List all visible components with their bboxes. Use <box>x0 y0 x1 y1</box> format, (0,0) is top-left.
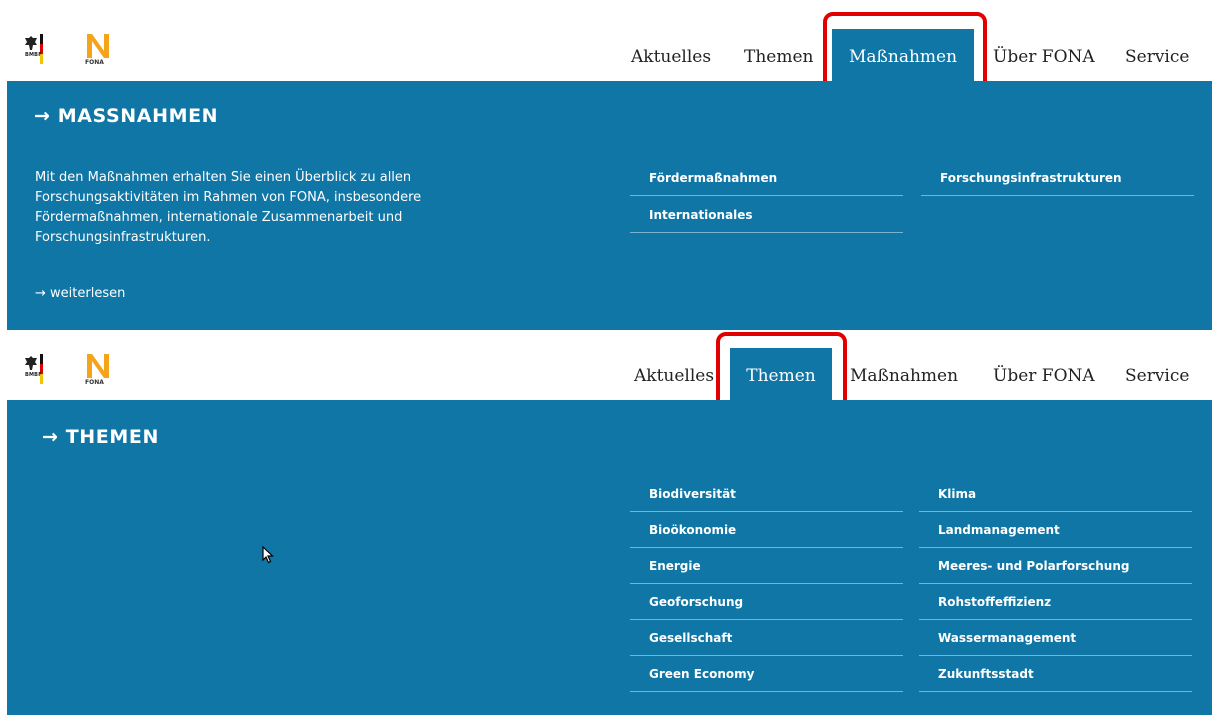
fona-mark-icon <box>87 354 109 378</box>
menu-item-zukunftsstadt[interactable]: Zukunftsstadt <box>919 656 1192 692</box>
nav-service[interactable]: Service <box>1125 0 1189 81</box>
bmbf-label: BMBF <box>25 372 42 378</box>
header: BMBF FONA Aktuelles Themen Maßnahmen Übe… <box>0 0 1212 81</box>
massnahmen-panel: → MASSNAHMEN Mit den Maßnahmen erhalten … <box>7 81 1212 330</box>
panel-title[interactable]: → MASSNAHMEN <box>34 105 218 127</box>
nav-ueber-fona[interactable]: Über FONA <box>993 0 1095 81</box>
panel-description: Mit den Maßnahmen erhalten Sie einen Übe… <box>35 170 422 245</box>
menu-item-meeres-polarforschung[interactable]: Meeres- und Polarforschung <box>919 548 1192 584</box>
themen-panel: → THEMEN Biodiversität Bioökonomie Energ… <box>7 400 1212 715</box>
german-flag-icon <box>40 354 43 384</box>
bmbf-logo[interactable]: BMBF <box>25 34 65 76</box>
menu-item-gesellschaft[interactable]: Gesellschaft <box>630 620 903 656</box>
fona-logo[interactable]: FONA <box>85 34 113 76</box>
menu-item-internationales[interactable]: Internationales <box>630 197 903 233</box>
fona-logo[interactable]: FONA <box>85 354 113 396</box>
nav-aktuelles[interactable]: Aktuelles <box>634 330 714 400</box>
nav-aktuelles[interactable]: Aktuelles <box>631 0 711 81</box>
logo-area: BMBF FONA <box>25 354 113 396</box>
bmbf-label: BMBF <box>25 52 42 58</box>
header: BMBF FONA Aktuelles Themen Maßnahmen Übe… <box>0 318 1212 400</box>
fona-label: FONA <box>85 379 104 386</box>
nav-massnahmen[interactable]: Maßnahmen <box>850 330 958 400</box>
mouse-cursor-icon <box>262 546 274 564</box>
menu-item-rohstoffeffizienz[interactable]: Rohstoffeffizienz <box>919 584 1192 620</box>
fona-mark-icon <box>87 34 109 58</box>
german-flag-icon <box>40 34 43 64</box>
menu-item-wassermanagement[interactable]: Wassermanagement <box>919 620 1192 656</box>
menu-item-geoforschung[interactable]: Geoforschung <box>630 584 903 620</box>
eagle-icon <box>25 36 37 50</box>
menu-item-landmanagement[interactable]: Landmanagement <box>919 512 1192 548</box>
menu-item-energie[interactable]: Energie <box>630 548 903 584</box>
fona-label: FONA <box>85 59 104 66</box>
screenshot-massnahmen: BMBF FONA Aktuelles Themen Maßnahmen Übe… <box>0 0 1212 330</box>
read-more-link[interactable]: → weiterlesen <box>35 286 125 301</box>
eagle-icon <box>25 356 37 370</box>
nav-ueber-fona[interactable]: Über FONA <box>993 330 1095 400</box>
menu-item-green-economy[interactable]: Green Economy <box>630 656 903 692</box>
nav-service[interactable]: Service <box>1125 330 1189 400</box>
menu-item-biodiversitaet[interactable]: Biodiversität <box>630 476 903 512</box>
panel-title[interactable]: → THEMEN <box>42 426 159 448</box>
menu-item-foerdermassnahmen[interactable]: Fördermaßnahmen <box>630 160 903 196</box>
menu-item-biooekonomie[interactable]: Bioökonomie <box>630 512 903 548</box>
screenshot-themen: BMBF FONA Aktuelles Themen Maßnahmen Übe… <box>0 318 1212 715</box>
bmbf-logo[interactable]: BMBF <box>25 354 65 396</box>
menu-item-klima[interactable]: Klima <box>919 476 1192 512</box>
menu-item-forschungsinfrastrukturen[interactable]: Forschungsinfrastrukturen <box>921 160 1194 196</box>
nav-themen[interactable]: Themen <box>744 0 813 81</box>
logo-area: BMBF FONA <box>25 34 113 76</box>
